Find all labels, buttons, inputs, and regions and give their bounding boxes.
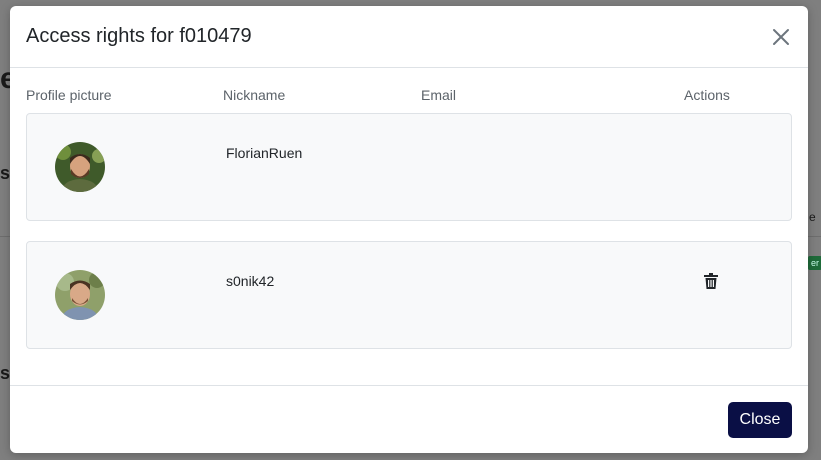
table-row: FlorianRuen [26, 113, 792, 221]
nickname: s0nik42 [226, 273, 275, 289]
column-header-nickname: Nickname [223, 87, 286, 103]
nickname: FlorianRuen [226, 145, 303, 161]
close-icon[interactable] [770, 26, 792, 48]
modal-title: Access rights for f010479 [26, 25, 252, 47]
access-rights-modal: Access rights for f010479 Profile pictur… [10, 6, 808, 453]
modal-body: Profile picture Nickname Email Actions F… [10, 68, 808, 385]
column-header-profile-picture: Profile picture [26, 87, 112, 103]
background-fragment: s [0, 363, 11, 383]
column-header-actions: Actions [684, 87, 730, 103]
column-header-email: Email [421, 87, 457, 103]
close-button[interactable]: Close [728, 402, 792, 438]
background-badge: er [808, 256, 821, 270]
background-fragment: e [809, 210, 816, 224]
trash-icon[interactable] [704, 273, 718, 289]
background-fragment: s [0, 163, 11, 183]
table-row: s0nik42 [26, 241, 792, 349]
modal-footer: Close [10, 385, 808, 453]
avatar [55, 142, 105, 192]
background-divider [808, 236, 821, 237]
modal-header: Access rights for f010479 [10, 6, 808, 68]
avatar [55, 270, 105, 320]
background-divider [0, 236, 10, 237]
